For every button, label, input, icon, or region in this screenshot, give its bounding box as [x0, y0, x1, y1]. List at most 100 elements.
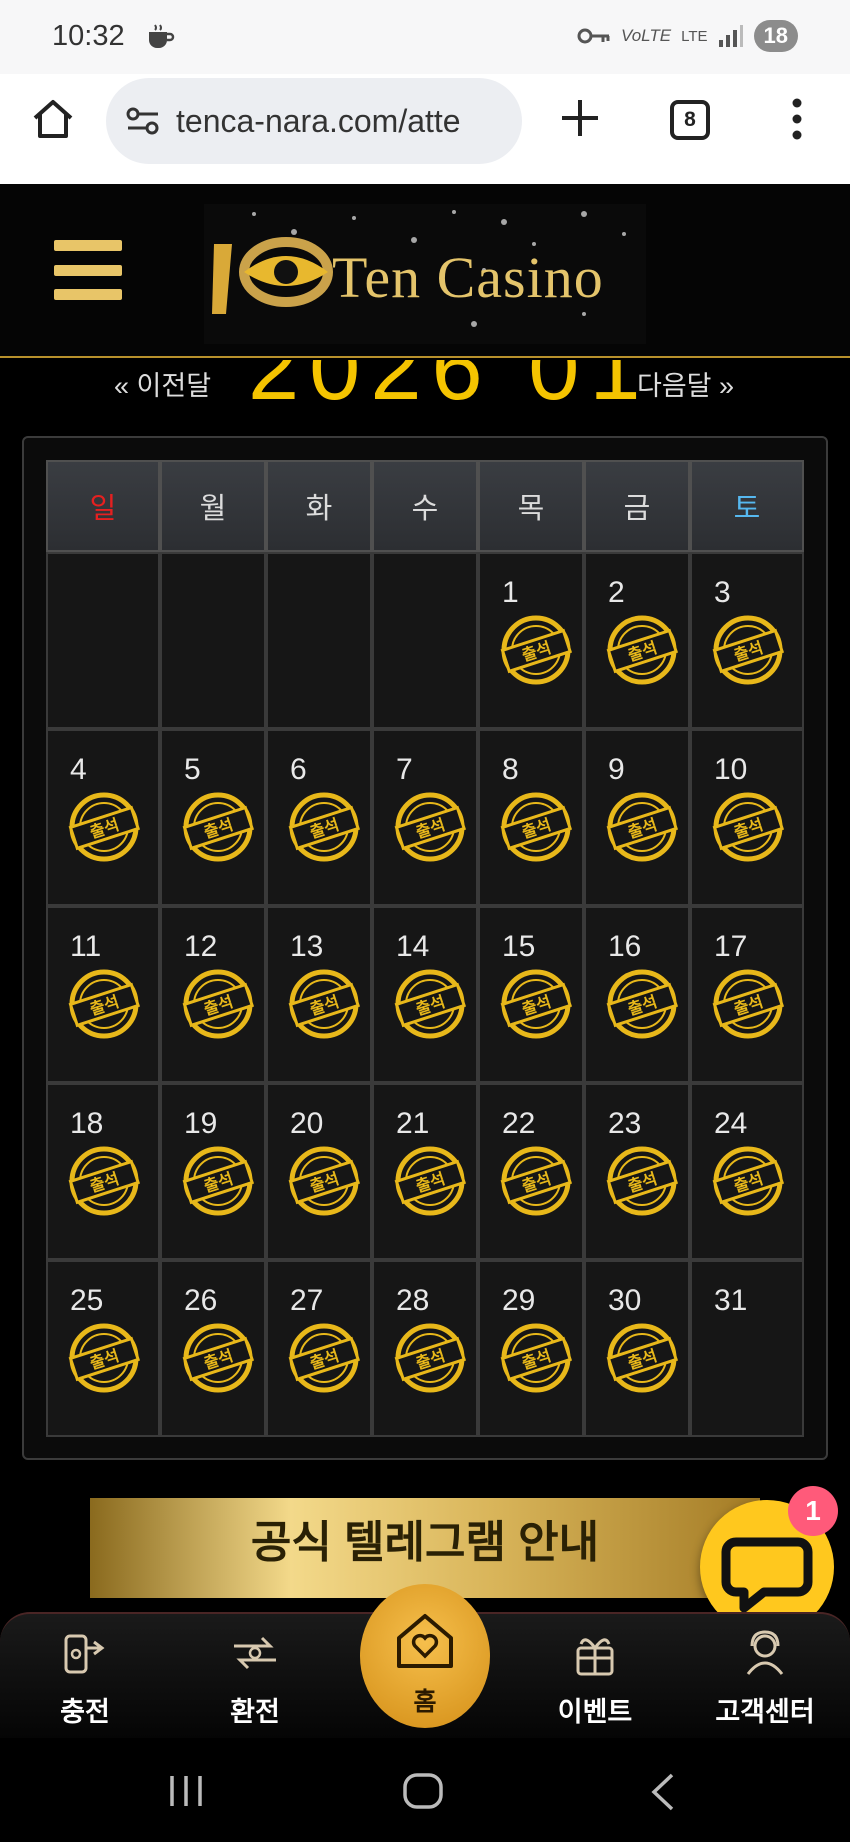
day-number: 8	[502, 753, 519, 786]
attendance-stamp-icon: 출석	[500, 969, 573, 1039]
day-number: 16	[608, 930, 642, 963]
calendar-day-cell[interactable]: 5 출석	[160, 729, 266, 906]
calendar-day-cell[interactable]: 4 출석	[46, 729, 160, 906]
calendar-day-cell[interactable]: 8 출석	[478, 729, 584, 906]
calendar-day-cell[interactable]: 15 출석	[478, 906, 584, 1083]
key-icon	[577, 28, 610, 44]
calendar-day-cell[interactable]: 11 출석	[46, 906, 160, 1083]
calendar-day-cell[interactable]: 1 출석	[478, 552, 584, 729]
attendance-stamp-icon: 출석	[182, 969, 255, 1039]
calendar-day-cell[interactable]: 14 출석	[372, 906, 478, 1083]
calendar-week-row: 4 출석 5 출석 6 출석 7 출석 8 출석 9 출석 10 출석	[46, 729, 806, 906]
day-number: 21	[396, 1107, 430, 1140]
day-number: 24	[714, 1107, 748, 1140]
calendar-day-cell[interactable]: 25 출석	[46, 1260, 160, 1437]
nav-deposit-label: 충전	[60, 1697, 110, 1727]
calendar-grid: 일월화수목금토 1 출석 2 출석 3 출석 4 출석 5 출석 6 출석 7 …	[46, 460, 806, 1437]
chat-notification-badge: 1	[788, 1486, 838, 1536]
calendar-day-cell[interactable]: 31	[690, 1260, 804, 1437]
calendar-day-cell[interactable]: 20 출석	[266, 1083, 372, 1260]
day-number: 12	[184, 930, 218, 963]
attendance-stamp-icon: 출석	[606, 792, 679, 862]
calendar-day-cell[interactable]: 2 출석	[584, 552, 690, 729]
attendance-stamp-icon: 출석	[394, 1146, 467, 1216]
calendar-day-cell[interactable]: 17 출석	[690, 906, 804, 1083]
back-icon[interactable]	[648, 1772, 678, 1812]
next-month-link[interactable]: 다음달 »	[637, 364, 734, 403]
nav-support[interactable]: 고객센터	[690, 1614, 840, 1740]
attendance-stamp-icon: 출석	[500, 1323, 573, 1393]
calendar-day-cell[interactable]: 26 출석	[160, 1260, 266, 1437]
calendar-day-cell[interactable]: 9 출석	[584, 729, 690, 906]
nav-deposit[interactable]: 충전	[10, 1614, 160, 1740]
attendance-stamp-icon: 출석	[712, 615, 785, 685]
day-number: 26	[184, 1284, 218, 1317]
weekday-header: 월	[160, 460, 266, 552]
recent-apps-icon[interactable]	[166, 1774, 206, 1808]
more-options-icon[interactable]	[782, 96, 812, 142]
day-number: 19	[184, 1107, 218, 1140]
nav-home-button[interactable]: 홈	[360, 1584, 490, 1728]
volte-indicator: VoLTE	[621, 26, 672, 45]
battery-indicator: 18	[753, 20, 798, 52]
prev-month-link[interactable]: « 이전달	[114, 364, 211, 403]
calendar-week-row: 11 출석 12 출석 13 출석 14 출석 15 출석 16 출석 17 출…	[46, 906, 806, 1083]
weekday-header: 일	[46, 460, 160, 552]
attendance-stamp-icon: 출석	[288, 1323, 361, 1393]
attendance-stamp-icon: 출석	[394, 969, 467, 1039]
calendar-day-cell[interactable]: 19 출석	[160, 1083, 266, 1260]
url-text[interactable]: tenca-nara.com/atte	[176, 103, 506, 140]
weekday-header: 수	[372, 460, 478, 552]
new-tab-icon[interactable]	[558, 96, 602, 140]
attendance-stamp-icon: 출석	[712, 1146, 785, 1216]
calendar-day-cell[interactable]: 21 출석	[372, 1083, 478, 1260]
gift-icon	[576, 1638, 614, 1676]
day-number: 27	[290, 1284, 324, 1317]
calendar-day-cell[interactable]: 22 출석	[478, 1083, 584, 1260]
browser-toolbar: tenca-nara.com/atte 8	[0, 74, 850, 184]
attendance-stamp-icon: 출석	[182, 1146, 255, 1216]
calendar-day-cell[interactable]: 24 출석	[690, 1083, 804, 1260]
attendance-stamp-icon: 출석	[712, 969, 785, 1039]
calendar-day-cell[interactable]: 23 출석	[584, 1083, 690, 1260]
home-icon[interactable]	[30, 96, 76, 142]
day-number: 3	[714, 576, 731, 609]
day-number: 13	[290, 930, 324, 963]
exchange-icon	[234, 1636, 276, 1670]
calendar-day-cell[interactable]: 13 출석	[266, 906, 372, 1083]
calendar-day-cell[interactable]: 29 출석	[478, 1260, 584, 1437]
site-logo[interactable]: Ten Casino	[204, 204, 646, 344]
day-number: 25	[70, 1284, 104, 1317]
nav-exchange[interactable]: 환전	[180, 1614, 330, 1740]
calendar-day-cell[interactable]: 7 출석	[372, 729, 478, 906]
weekday-header-row: 일월화수목금토	[46, 460, 806, 552]
calendar-day-cell[interactable]: 27 출석	[266, 1260, 372, 1437]
signal-icon	[718, 25, 743, 47]
address-bar[interactable]: tenca-nara.com/atte	[106, 78, 522, 164]
calendar-day-cell[interactable]: 3 출석	[690, 552, 804, 729]
network-type: LTE	[681, 27, 708, 45]
day-number: 10	[714, 753, 748, 786]
attendance-stamp-icon: 출석	[288, 792, 361, 862]
calendar-day-cell	[46, 552, 160, 729]
tab-switcher-button[interactable]: 8	[670, 100, 710, 140]
attendance-stamp-icon: 출석	[606, 615, 679, 685]
calendar-day-cell[interactable]: 6 출석	[266, 729, 372, 906]
calendar-day-cell[interactable]: 16 출석	[584, 906, 690, 1083]
calendar-day-cell[interactable]: 18 출석	[46, 1083, 160, 1260]
day-number: 11	[70, 930, 102, 963]
attendance-stamp-icon: 출석	[288, 1146, 361, 1216]
site-header: Ten Casino	[0, 184, 850, 358]
site-settings-icon[interactable]	[124, 102, 162, 140]
calendar-day-cell[interactable]: 30 출석	[584, 1260, 690, 1437]
day-number: 23	[608, 1107, 642, 1140]
nav-events[interactable]: 이벤트	[520, 1614, 670, 1740]
telegram-promo-banner[interactable]: 공식 텔레그램 안내	[90, 1498, 760, 1598]
calendar-day-cell[interactable]: 12 출석	[160, 906, 266, 1083]
attendance-stamp-icon: 출석	[606, 1323, 679, 1393]
calendar-day-cell[interactable]: 10 출석	[690, 729, 804, 906]
day-number: 9	[608, 753, 625, 786]
hamburger-menu-icon[interactable]	[54, 240, 122, 300]
calendar-day-cell[interactable]: 28 출석	[372, 1260, 478, 1437]
home-circle-icon[interactable]	[402, 1772, 444, 1810]
